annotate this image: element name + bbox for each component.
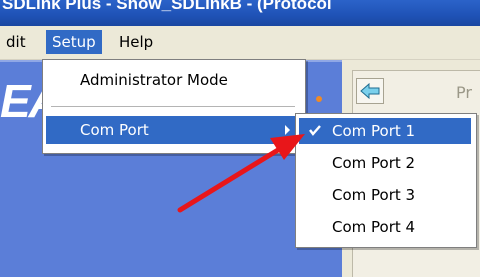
screenshot-stage: SDLink Plus - Show_SDLinkB - (Protocol d… <box>0 0 480 277</box>
annotation-arrow-icon <box>177 134 305 213</box>
